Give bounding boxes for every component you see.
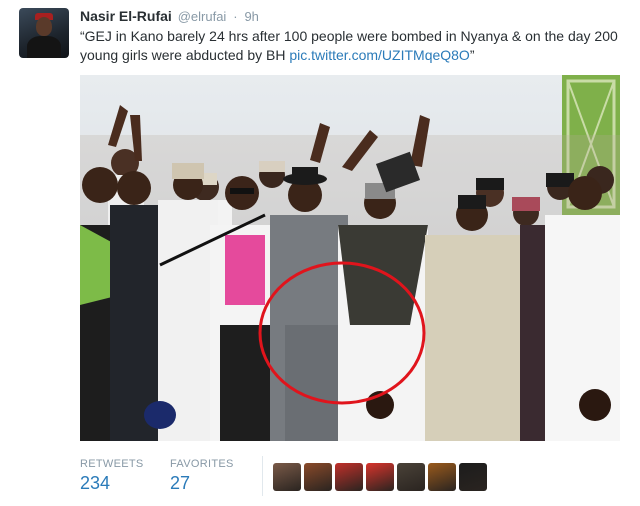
favoriter-avatar-5[interactable] (397, 463, 425, 491)
header-separator: · (233, 9, 238, 24)
stats-divider (262, 456, 263, 496)
retweets-count[interactable]: 234 (80, 473, 144, 494)
rally-photo (80, 75, 620, 441)
favoriter-avatar-1[interactable] (273, 463, 301, 491)
tweet-photo[interactable] (80, 75, 620, 441)
person-white-robe (158, 163, 218, 441)
tweet-card[interactable]: Nasir El-Rufai @elrufai · 9h “GEJ in Kan… (0, 0, 640, 506)
person-dark-suit (110, 171, 162, 441)
favorites-label: FAVORITES (170, 458, 234, 470)
author-username[interactable]: @elrufai (178, 9, 227, 24)
tweet-media-link[interactable]: pic.twitter.com/UZITMqeQ8O (289, 47, 469, 63)
favorites-count[interactable]: 27 (170, 473, 234, 494)
author-fullname[interactable]: Nasir El-Rufai (80, 8, 172, 24)
retweets-label: RETWEETS (80, 458, 144, 470)
author-avatar[interactable] (19, 8, 69, 58)
avatar-torso (27, 36, 61, 58)
favoriter-avatar-4[interactable] (366, 463, 394, 491)
favorites-stat[interactable]: FAVORITES 27 (170, 458, 234, 494)
favoriter-avatar-3[interactable] (335, 463, 363, 491)
favoriter-avatar-2[interactable] (304, 463, 332, 491)
tweet-timestamp[interactable]: 9h (244, 9, 258, 24)
tweet-header: Nasir El-Rufai @elrufai · 9h (80, 8, 259, 24)
favoriter-avatar-6[interactable] (428, 463, 456, 491)
tweet-text: “GEJ in Kano barely 24 hrs after 100 peo… (80, 27, 625, 65)
favoriter-avatar-7[interactable] (459, 463, 487, 491)
retweets-stat[interactable]: RETWEETS 234 (80, 458, 144, 494)
avatar-head (36, 17, 52, 36)
tweet-quote-end: ” (469, 47, 475, 63)
